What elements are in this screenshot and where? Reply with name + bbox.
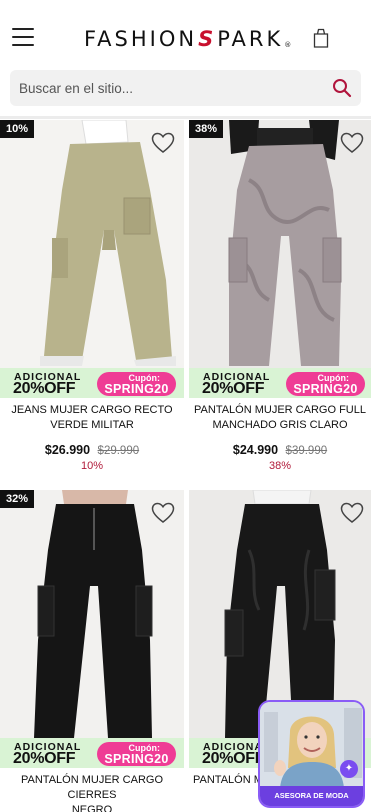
product-card[interactable]: 32% ADICIONAL 20%OFF Cupón: SPRING20 PAN… xyxy=(0,490,184,812)
brand-text-right: PARK xyxy=(217,27,284,51)
coupon-code: SPRING20 xyxy=(104,752,169,766)
price-row: $24.990 $39.990 xyxy=(189,443,371,457)
product-name-line1: PANTALÓN MUJER CARGO FULL xyxy=(194,404,366,416)
product-card[interactable]: 10% ADICIONAL 20%OFF Cupón: SPRING20 JEA… xyxy=(0,120,184,480)
coupon-code: SPRING20 xyxy=(293,382,358,396)
fashion-advisor-button[interactable]: ASESORA DE MODA xyxy=(260,786,363,806)
old-price: $39.990 xyxy=(285,445,328,457)
divider xyxy=(0,116,371,119)
coupon-code: SPRING20 xyxy=(104,382,169,396)
promo-percent: 20%OFF xyxy=(13,750,76,767)
coupon-pill: Cupón: SPRING20 xyxy=(97,742,176,766)
heart-icon[interactable] xyxy=(340,502,364,524)
discount-text: 38% xyxy=(268,460,292,472)
discount-badge: 38% xyxy=(189,120,224,138)
promo-banner: ADICIONAL 20%OFF Cupón: SPRING20 xyxy=(0,738,184,768)
discount-text: 10% xyxy=(80,460,104,472)
product-name-line1: JEANS MUJER CARGO RECTO xyxy=(11,404,173,416)
product-image[interactable] xyxy=(189,120,371,368)
product-name-line2: VERDE MILITAR xyxy=(50,419,134,431)
current-price: $26.990 xyxy=(44,443,91,457)
discount-badge: 32% xyxy=(0,490,35,508)
page: FASHIONSPARK® 10% xyxy=(0,0,371,812)
current-price: $24.990 xyxy=(232,443,279,457)
brand-registered: ® xyxy=(284,41,292,49)
product-name-line2: NEGRO xyxy=(71,804,113,812)
price-row: $26.990 $29.990 xyxy=(0,443,184,457)
fashion-advisor-widget[interactable]: ✦ ASESORA DE MODA xyxy=(258,700,365,808)
coupon-pill: Cupón: SPRING20 xyxy=(97,372,176,396)
promo-percent: 20%OFF xyxy=(13,380,76,397)
header: FASHION S PARK ® xyxy=(0,0,371,64)
promo-banner: ADICIONAL 20%OFF Cupón: SPRING20 xyxy=(0,368,184,398)
product-name-line1: PANTALÓN MUJER CARGO CIERRES xyxy=(21,774,163,801)
search-input[interactable] xyxy=(10,70,320,106)
promo-percent: 20%OFF xyxy=(202,380,265,397)
product-name[interactable]: PANTALÓN MUJER CARGO CIERRES NEGRO xyxy=(0,773,184,812)
brand-logo[interactable]: FASHION S PARK ® xyxy=(84,26,291,52)
promo-banner: ADICIONAL 20%OFF Cupón: SPRING20 xyxy=(189,368,371,398)
search-icon[interactable] xyxy=(332,78,352,98)
product-image[interactable] xyxy=(0,490,184,738)
discount-badge: 10% xyxy=(0,120,35,138)
heart-icon[interactable] xyxy=(340,132,364,154)
search-bar xyxy=(10,70,361,106)
product-name[interactable]: PANTALÓN MUJER CARGO FULL MANCHADO GRIS … xyxy=(189,403,371,433)
product-name[interactable]: JEANS MUJER CARGO RECTO VERDE MILITAR xyxy=(0,403,184,433)
heart-icon[interactable] xyxy=(151,132,175,154)
old-price: $29.990 xyxy=(97,445,140,457)
heart-icon[interactable] xyxy=(151,502,175,524)
hamburger-menu-icon[interactable] xyxy=(12,28,34,46)
brand-s-mark: S xyxy=(198,27,217,51)
product-image[interactable] xyxy=(0,120,184,368)
shopping-bag-icon[interactable] xyxy=(313,28,329,48)
sparkle-icon: ✦ xyxy=(340,760,358,778)
promo-percent: 20%OFF xyxy=(202,750,265,767)
product-card[interactable]: 38% ADICIONAL 20%OFF Cupón: SPRING20 PAN… xyxy=(189,120,371,480)
brand-text-left: FASHION xyxy=(84,27,198,51)
coupon-pill: Cupón: SPRING20 xyxy=(286,372,365,396)
product-name-line2: MANCHADO GRIS CLARO xyxy=(212,419,348,431)
